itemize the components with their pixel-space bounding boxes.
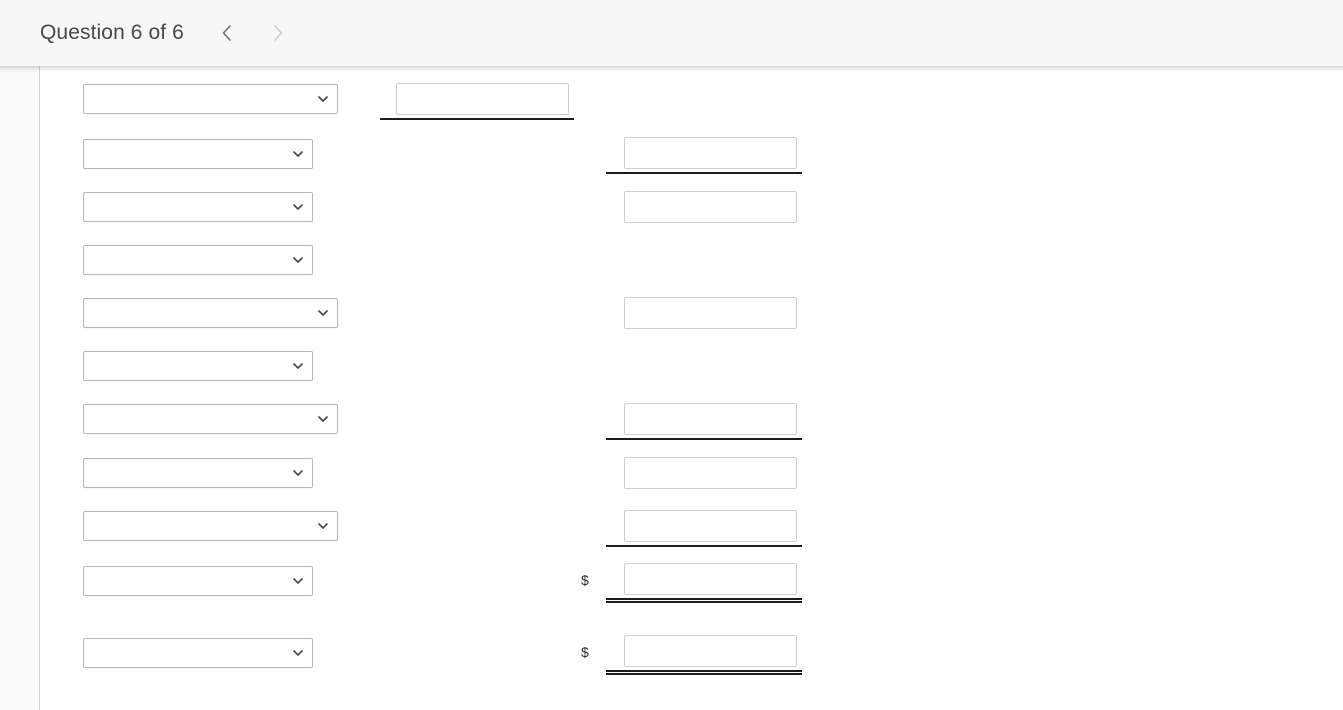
chevron-down-icon — [318, 416, 328, 422]
double-underline-rule — [606, 598, 802, 603]
account-select-4[interactable] — [83, 245, 313, 275]
next-question-button[interactable] — [264, 18, 294, 48]
chevron-down-icon — [318, 96, 328, 102]
account-select-3[interactable] — [83, 192, 313, 222]
left-rail — [0, 66, 40, 710]
account-select-9[interactable] — [83, 511, 338, 541]
amount-input-11[interactable] — [624, 635, 797, 667]
page-title: Question 6 of 6 — [40, 21, 184, 44]
chevron-down-icon — [293, 257, 303, 263]
account-select-2[interactable] — [83, 139, 313, 169]
double-underline-rule — [606, 670, 802, 675]
account-select-5[interactable] — [83, 298, 338, 328]
page-header: Question 6 of 6 — [0, 0, 1343, 73]
single-underline-rule — [606, 545, 802, 547]
amount-input-9[interactable] — [624, 510, 797, 542]
chevron-down-icon — [318, 523, 328, 529]
chevron-down-icon — [293, 204, 303, 210]
question-page: Question 6 of 6 $ $ — [0, 0, 1343, 710]
account-select-11[interactable] — [83, 638, 313, 668]
chevron-down-icon — [293, 470, 303, 476]
question-navigation — [212, 18, 294, 48]
account-select-6[interactable] — [83, 351, 313, 381]
account-select-10[interactable] — [83, 566, 313, 596]
account-select-1[interactable] — [83, 84, 338, 114]
amount-input-10[interactable] — [624, 563, 797, 595]
account-select-8[interactable] — [83, 458, 313, 488]
chevron-down-icon — [293, 650, 303, 656]
currency-symbol: $ — [581, 644, 589, 660]
amount-input-5[interactable] — [624, 297, 797, 329]
chevron-down-icon — [293, 363, 303, 369]
amount-input-1[interactable] — [396, 83, 569, 115]
account-select-7[interactable] — [83, 404, 338, 434]
chevron-down-icon — [293, 578, 303, 584]
single-underline-rule — [606, 438, 802, 440]
amount-input-7[interactable] — [624, 403, 797, 435]
chevron-down-icon — [293, 151, 303, 157]
single-underline-rule — [380, 118, 574, 120]
previous-question-button[interactable] — [212, 18, 242, 48]
chevron-down-icon — [318, 310, 328, 316]
currency-symbol: $ — [581, 572, 589, 588]
single-underline-rule — [606, 172, 802, 174]
chevron-left-icon — [221, 24, 232, 42]
amount-input-2[interactable] — [624, 137, 797, 169]
chevron-right-icon — [273, 24, 284, 42]
amount-input-8[interactable] — [624, 457, 797, 489]
amount-input-3[interactable] — [624, 191, 797, 223]
answer-form: $ $ — [41, 66, 1343, 710]
